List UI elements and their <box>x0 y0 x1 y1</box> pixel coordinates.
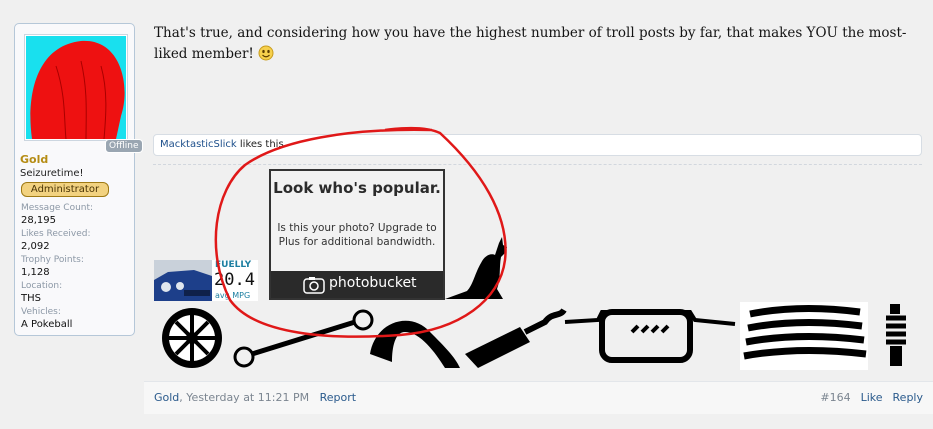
exhaust-icon <box>465 308 567 368</box>
stat-label-likes: Likes Received: <box>21 229 91 239</box>
car-thumbnail-icon <box>154 260 212 301</box>
reply-link[interactable]: Reply <box>893 391 923 404</box>
post-number-link[interactable]: #164 <box>820 391 850 404</box>
fuelly-badge[interactable]: FUELLY 20.4 avg MPG <box>154 260 258 301</box>
strut-bar-icon <box>233 309 374 368</box>
camera-icon <box>303 277 325 294</box>
signature-divider <box>153 164 922 165</box>
stat-label-vehicles: Vehicles: <box>21 307 61 317</box>
smile-emoji-icon <box>258 45 274 61</box>
fuelly-unit: avg MPG <box>215 291 251 300</box>
user-role-badge: Administrator <box>21 182 109 197</box>
likes-suffix: likes this. <box>236 139 287 150</box>
fuelly-label: FUELLY <box>215 260 252 270</box>
author-link[interactable]: Gold <box>154 391 179 404</box>
exhaust-system-icon <box>564 309 736 363</box>
stat-label-location: Location: <box>21 281 63 291</box>
stat-value-trophy[interactable]: 1,128 <box>21 267 50 278</box>
intake-pipe-icon <box>370 320 460 368</box>
stat-value-likes: 2,092 <box>21 241 50 252</box>
car-parts-banner <box>162 302 906 370</box>
post-time[interactable]: Yesterday at 11:21 PM <box>186 391 309 404</box>
likes-summary: MacktasticSlick likes this. <box>153 134 922 156</box>
stat-value-messages[interactable]: 28,195 <box>21 215 56 226</box>
report-link[interactable]: Report <box>320 391 356 404</box>
message-meta-right: #164 Like Reply <box>820 382 923 413</box>
wheel-icon <box>162 308 222 368</box>
avatar[interactable]: Offline <box>24 34 143 153</box>
username[interactable]: Gold <box>20 153 48 166</box>
message-meta-left: Gold, Yesterday at 11:21 PM Report <box>154 391 357 404</box>
offline-badge: Offline <box>105 139 143 153</box>
stat-value-vehicles: A Pokeball <box>21 319 73 330</box>
stat-value-location[interactable]: THS <box>21 293 41 304</box>
kangaroo-icon <box>445 237 507 299</box>
wind-deflector-icon <box>740 302 868 370</box>
photobucket-footer: photobucket <box>271 271 443 298</box>
avatar-image <box>26 36 126 139</box>
photobucket-brand: photobucket <box>329 275 417 291</box>
coilover-icon <box>886 304 906 366</box>
likes-user-link[interactable]: MacktasticSlick <box>160 139 237 150</box>
like-link[interactable]: Like <box>861 391 883 404</box>
message-meta: Gold, Yesterday at 11:21 PM Report #164 L… <box>144 381 933 414</box>
fuelly-mpg-value: 20.4 <box>214 270 255 290</box>
photobucket-title: Look who's popular. <box>273 179 441 197</box>
photobucket-placeholder[interactable]: Look who's popular. Is this your photo? … <box>269 169 445 300</box>
user-title: Seizuretime! <box>20 168 84 179</box>
stat-label-messages: Message Count: <box>21 203 94 213</box>
photobucket-message: Is this your photo? Upgrade to Plus for … <box>277 222 437 248</box>
message-user-info: Offline Gold Seizuretime! Administrator … <box>14 23 143 336</box>
message-content: That's true, and considering how you hav… <box>154 23 924 65</box>
stat-label-trophy: Trophy Points: <box>21 255 84 265</box>
